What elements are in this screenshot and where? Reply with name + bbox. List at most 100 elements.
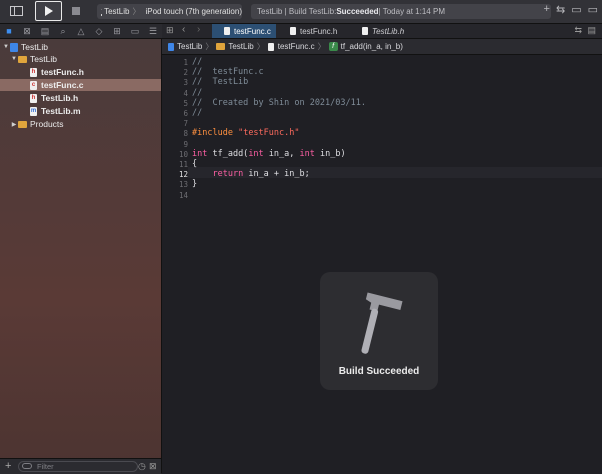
tab-testfunc-c[interactable]: testFunc.c: [212, 24, 276, 38]
line-number: 4: [162, 89, 188, 98]
line-number: 8: [162, 129, 188, 138]
source-editor[interactable]: 1234567891011121314 //// testFunc.c// Te…: [162, 55, 602, 473]
header-file-icon: [290, 27, 296, 35]
forward-icon[interactable]: ›: [197, 24, 200, 35]
stop-button[interactable]: [66, 2, 86, 20]
stop-icon: [72, 7, 80, 15]
c-file-icon: [268, 43, 274, 51]
scheme-device-label: iPod touch (7th generation): [145, 7, 242, 16]
toolbar: TestLib 〉 iPod touch (7th generation) Te…: [0, 0, 602, 24]
tree-item-file-selected[interactable]: c testFunc.c: [0, 79, 161, 91]
source-control-icon[interactable]: ⊠: [18, 26, 36, 37]
code-line[interactable]: // TestLib: [192, 77, 248, 87]
add-icon[interactable]: +: [5, 460, 11, 472]
filter-input[interactable]: Filter: [18, 461, 138, 472]
code-line[interactable]: //: [192, 88, 202, 98]
tree-item-file[interactable]: m TestLib.m: [0, 105, 161, 117]
jump-bar: TestLib 〉 TestLib 〉 testFunc.c 〉 f tf_ad…: [162, 39, 602, 55]
tree-item-label: TestLib.m: [41, 106, 81, 116]
objc-file-icon: m: [30, 107, 37, 116]
code-line[interactable]: //: [192, 57, 202, 67]
disclosure-open-icon[interactable]: ▼: [10, 56, 18, 62]
line-number: 6: [162, 109, 188, 118]
separator-icon: 〉: [205, 41, 213, 52]
line-number: 5: [162, 99, 188, 108]
code-line[interactable]: {: [192, 159, 197, 169]
search-icon[interactable]: ⌕: [54, 26, 72, 37]
grid-icon[interactable]: ⊞: [166, 25, 174, 36]
project-icon: [10, 43, 18, 52]
tab-testfunc-h[interactable]: testFunc.h: [290, 24, 350, 38]
scm-filter-icon[interactable]: ⊠: [149, 461, 157, 472]
code-line[interactable]: //: [192, 108, 202, 118]
run-button[interactable]: [35, 1, 62, 21]
scheme-separator: 〉: [132, 6, 140, 17]
play-icon: [44, 6, 53, 16]
code-line[interactable]: // Created by Shin on 2021/03/11.: [192, 98, 366, 108]
filter-placeholder: Filter: [37, 462, 54, 471]
tree-item-group[interactable]: ▶ Products: [0, 118, 161, 130]
breakpoint-icon[interactable]: ▭: [126, 26, 144, 37]
tree-item-group[interactable]: ▼ TestLib: [0, 53, 161, 65]
navigator-toggle-button[interactable]: [6, 2, 26, 20]
status-prefix: TestLib | Build TestLib:: [257, 7, 336, 16]
debug-icon[interactable]: ⊞: [108, 26, 126, 37]
tree-item-label: Products: [30, 119, 64, 129]
tree-item-file[interactable]: h TestLib.h: [0, 92, 161, 104]
warning-icon[interactable]: △: [72, 26, 90, 37]
tree-item-project[interactable]: ▼ TestLib: [0, 41, 161, 53]
folder-icon[interactable]: ■: [0, 26, 18, 36]
header-file-icon: [362, 27, 368, 35]
jump-bar-item[interactable]: TestLib: [228, 42, 253, 51]
line-number: 1: [162, 58, 188, 67]
folder-icon: [216, 43, 225, 50]
back-icon[interactable]: ‹: [182, 24, 185, 35]
disclosure-closed-icon[interactable]: ▶: [10, 121, 18, 128]
hammer-icon: [320, 272, 438, 362]
plus-icon[interactable]: +: [544, 3, 550, 16]
jump-bar-item[interactable]: TestLib: [177, 42, 202, 51]
function-icon: f: [329, 42, 338, 51]
project-icon: [168, 43, 174, 51]
line-number: 2: [162, 68, 188, 77]
code-line[interactable]: #include "testFunc.h": [192, 128, 300, 138]
code-line[interactable]: return in_a + in_b;: [192, 169, 310, 179]
tab-testlib-h[interactable]: TestLib.h: [362, 24, 422, 38]
test-icon[interactable]: ◇: [90, 26, 108, 37]
status-result: Succeeded: [336, 7, 378, 16]
split-editor-icon[interactable]: ⇆: [574, 25, 582, 36]
code-line[interactable]: int tf_add(int in_a, int in_b): [192, 149, 346, 159]
editor-options-icon[interactable]: ▤: [587, 25, 596, 36]
header-file-icon: h: [30, 68, 37, 77]
scheme-target-label: TestLib: [104, 7, 129, 16]
clock-icon[interactable]: ◷: [138, 461, 146, 472]
code-line[interactable]: // testFunc.c: [192, 67, 264, 77]
scheme-selector[interactable]: TestLib 〉 iPod touch (7th generation): [97, 4, 242, 19]
swap-icon[interactable]: ⇆: [556, 3, 565, 16]
status-time: | Today at 1:14 PM: [379, 7, 445, 16]
folder-icon: [18, 121, 27, 128]
toolbar-right-icons: + ⇆ ▭ ▭: [544, 3, 598, 16]
code-line[interactable]: }: [192, 179, 197, 189]
report-icon[interactable]: ☰: [144, 26, 162, 37]
filter-icon: [22, 463, 32, 469]
header-file-icon: h: [30, 94, 37, 103]
jump-bar-item[interactable]: tf_add(in_a, in_b): [341, 42, 403, 51]
line-number: 13: [162, 180, 188, 189]
tab-label: testFunc.c: [234, 27, 271, 36]
activity-status: TestLib | Build TestLib: Succeeded | Tod…: [251, 4, 551, 19]
line-number: 9: [162, 140, 188, 149]
separator-icon: 〉: [257, 41, 265, 52]
symbol-icon[interactable]: ▤: [36, 26, 54, 37]
tree-item-file[interactable]: h testFunc.h: [0, 66, 161, 78]
line-number: 3: [162, 78, 188, 87]
line-number: 14: [162, 191, 188, 200]
disclosure-open-icon[interactable]: ▼: [2, 44, 10, 50]
tree-item-label: testFunc.h: [41, 67, 84, 77]
jump-bar-item[interactable]: testFunc.c: [278, 42, 315, 51]
c-file-icon: [224, 27, 230, 35]
line-number: 7: [162, 119, 188, 128]
sidebar-left-icon[interactable]: ▭: [571, 3, 581, 16]
tree-item-label: TestLib.h: [41, 93, 78, 103]
sidebar-right-icon[interactable]: ▭: [588, 3, 598, 16]
